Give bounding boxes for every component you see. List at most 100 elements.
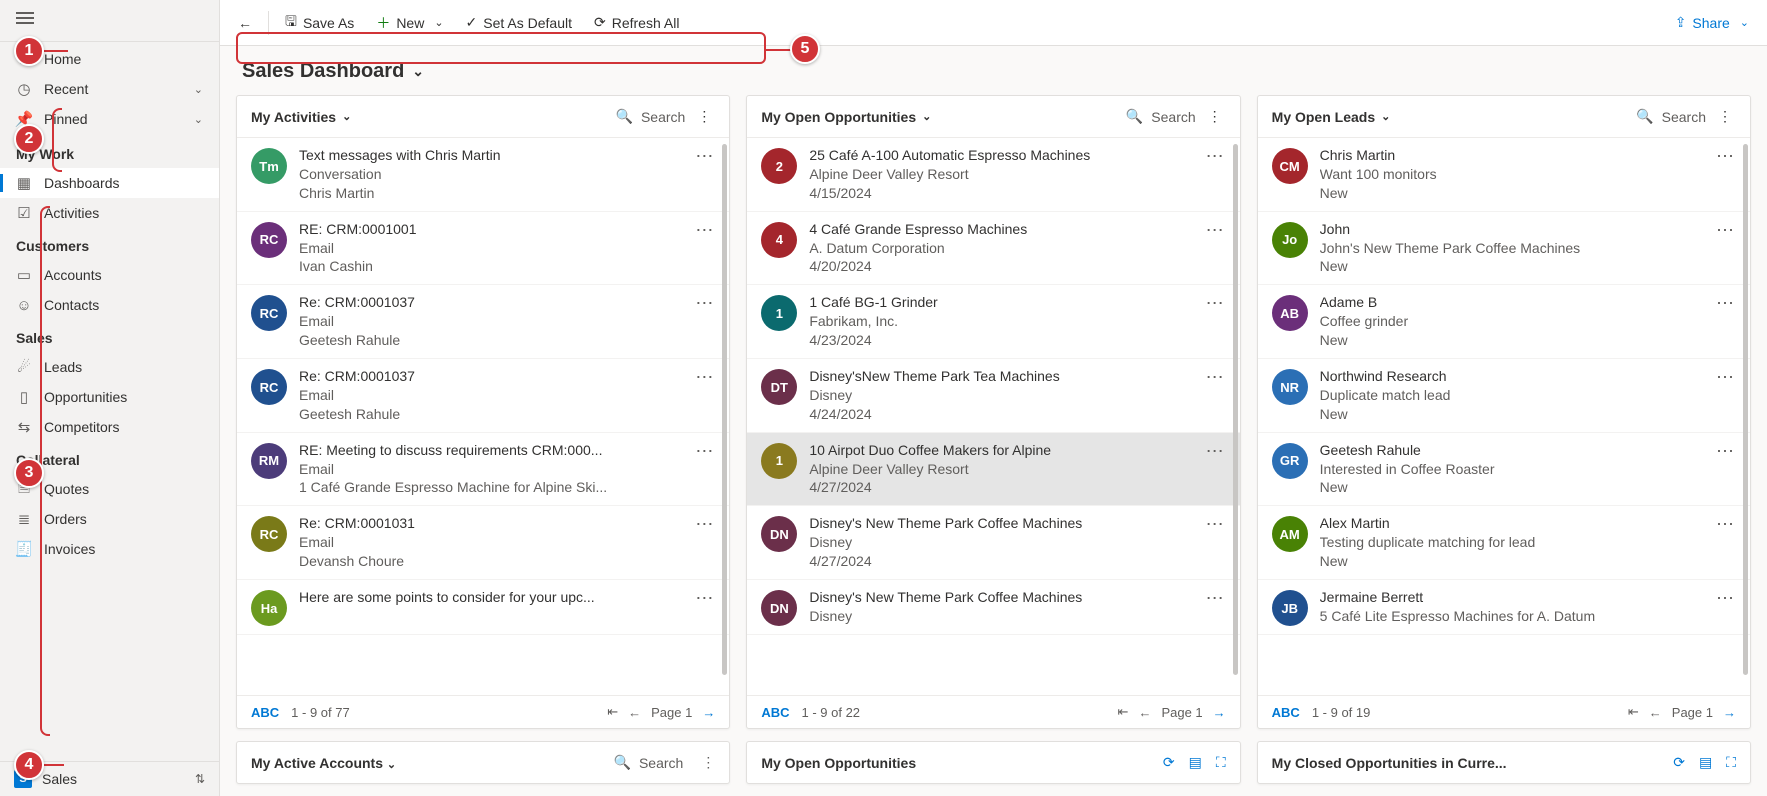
row-more-icon[interactable]: ⋯ <box>1204 514 1226 535</box>
row-more-icon[interactable]: ⋯ <box>1204 367 1226 388</box>
row-l2: 5 Café Lite Espresso Machines for A. Dat… <box>1320 607 1702 626</box>
panel-more[interactable]: ⋮ <box>1714 108 1736 125</box>
abc-button[interactable]: ABC <box>1272 705 1300 720</box>
row-more-icon[interactable]: ⋯ <box>693 514 715 535</box>
list-item[interactable]: CMChris MartinWant 100 monitorsNew⋯ <box>1258 138 1750 212</box>
nav-recent[interactable]: ◷Recent⌄ <box>0 74 219 104</box>
nav-contacts[interactable]: ☺Contacts <box>0 290 219 320</box>
expand-icon[interactable]: ⛶ <box>1726 754 1736 771</box>
abc-button[interactable]: ABC <box>251 705 279 720</box>
refresh-icon[interactable]: ⟳ <box>1673 754 1685 771</box>
row-more-icon[interactable]: ⋯ <box>1714 441 1736 462</box>
list-item[interactable]: RCRe: CRM:0001031EmailDevansh Choure⋯ <box>237 506 729 580</box>
panel-title[interactable]: My Activities⌄ <box>251 109 351 125</box>
list-item[interactable]: RCRe: CRM:0001037EmailGeetesh Rahule⋯ <box>237 285 729 359</box>
row-more-icon[interactable]: ⋯ <box>1714 514 1736 535</box>
scrollbar[interactable] <box>722 144 727 675</box>
records-icon[interactable]: ▤ <box>1699 754 1712 771</box>
list-item[interactable]: 225 Café A-100 Automatic Espresso Machin… <box>747 138 1239 212</box>
row-more-icon[interactable]: ⋯ <box>1714 367 1736 388</box>
panel-title[interactable]: My Open Opportunities⌄ <box>761 109 931 125</box>
nav-invoices[interactable]: 🧾Invoices <box>0 534 219 564</box>
first-page-icon[interactable]: ⇤ <box>1118 704 1129 720</box>
abc-button[interactable]: ABC <box>761 705 789 720</box>
panel-search[interactable]: 🔍Search <box>1126 108 1196 125</box>
refresh-icon[interactable]: ⟳ <box>1163 754 1175 771</box>
row-more-icon[interactable]: ⋯ <box>693 441 715 462</box>
row-more-icon[interactable]: ⋯ <box>693 293 715 314</box>
list-item[interactable]: TmText messages with Chris MartinConvers… <box>237 138 729 212</box>
first-page-icon[interactable]: ⇤ <box>1628 704 1639 720</box>
row-more-icon[interactable]: ⋯ <box>693 220 715 241</box>
row-more-icon[interactable]: ⋯ <box>1204 220 1226 241</box>
list-item[interactable]: 44 Café Grande Espresso MachinesA. Datum… <box>747 212 1239 286</box>
nav-competitors[interactable]: ⇆Competitors <box>0 412 219 442</box>
scrollbar[interactable] <box>1743 144 1748 675</box>
nav-leads[interactable]: ☄Leads <box>0 352 219 382</box>
nav-opportunities[interactable]: ▯Opportunities <box>0 382 219 412</box>
back-button[interactable]: ← <box>228 9 262 37</box>
refresh-button[interactable]: ⟳Refresh All <box>584 8 689 37</box>
panel2-title[interactable]: My Active Accounts ⌄ <box>251 755 614 771</box>
list-item[interactable]: GRGeetesh RahuleInterested in Coffee Roa… <box>1258 433 1750 507</box>
records-icon[interactable]: ▤ <box>1189 754 1202 771</box>
row-l2: Conversation <box>299 165 681 184</box>
panel-more[interactable]: ⋮ <box>1204 108 1226 125</box>
expand-icon[interactable]: ⛶ <box>1216 754 1226 771</box>
row-more-icon[interactable]: ⋯ <box>1714 220 1736 241</box>
list-item[interactable]: HaHere are some points to consider for y… <box>237 580 729 635</box>
row-more-icon[interactable]: ⋯ <box>1204 441 1226 462</box>
set-default-button[interactable]: ✓Set As Default <box>456 8 582 37</box>
share-button[interactable]: ⇪Share⌄ <box>1665 8 1759 37</box>
row-more-icon[interactable]: ⋯ <box>693 588 715 609</box>
panel-search[interactable]: 🔍Search⋮ <box>614 754 716 771</box>
nav-accounts[interactable]: ▭Accounts <box>0 260 219 290</box>
panel-search[interactable]: 🔍Search <box>616 108 686 125</box>
nav-dashboards[interactable]: ▦Dashboards <box>0 168 219 198</box>
list-item[interactable]: DNDisney's New Theme Park Coffee Machine… <box>747 580 1239 635</box>
refresh-icon: ⟳ <box>594 14 606 31</box>
row-more-icon[interactable]: ⋯ <box>1204 146 1226 167</box>
list-item[interactable]: NRNorthwind ResearchDuplicate match lead… <box>1258 359 1750 433</box>
next-page-icon[interactable]: → <box>1723 705 1736 720</box>
list-item[interactable]: DTDisney'sNew Theme Park Tea MachinesDis… <box>747 359 1239 433</box>
row-more-icon[interactable]: ⋯ <box>693 367 715 388</box>
first-page-icon[interactable]: ⇤ <box>607 704 618 720</box>
hamburger-icon[interactable] <box>16 12 34 26</box>
row-more-icon[interactable]: ⋯ <box>693 146 715 167</box>
page-title[interactable]: Sales Dashboard⌄ <box>242 60 1745 83</box>
prev-page-icon[interactable]: ← <box>628 705 641 720</box>
list-item[interactable]: RMRE: Meeting to discuss requirements CR… <box>237 433 729 507</box>
next-page-icon[interactable]: → <box>1213 705 1226 720</box>
more-vertical-icon[interactable]: ⋮ <box>701 754 715 771</box>
list-item[interactable]: DNDisney's New Theme Park Coffee Machine… <box>747 506 1239 580</box>
save-as-button[interactable]: 🖫Save As <box>275 5 364 41</box>
list-item[interactable]: ABAdame BCoffee grinderNew⋯ <box>1258 285 1750 359</box>
row-more-icon[interactable]: ⋯ <box>1714 588 1736 609</box>
list-item[interactable]: RCRe: CRM:0001037EmailGeetesh Rahule⋯ <box>237 359 729 433</box>
panel-more[interactable]: ⋮ <box>693 108 715 125</box>
row-more-icon[interactable]: ⋯ <box>1714 293 1736 314</box>
panel-body[interactable]: 225 Café A-100 Automatic Espresso Machin… <box>747 138 1239 695</box>
panel-body[interactable]: CMChris MartinWant 100 monitorsNew⋯JoJoh… <box>1258 138 1750 695</box>
row-more-icon[interactable]: ⋯ <box>1204 588 1226 609</box>
list-item[interactable]: RCRE: CRM:0001001EmailIvan Cashin⋯ <box>237 212 729 286</box>
scrollbar[interactable] <box>1233 144 1238 675</box>
row-more-icon[interactable]: ⋯ <box>1714 146 1736 167</box>
list-item[interactable]: JBJermaine Berrett5 Café Lite Espresso M… <box>1258 580 1750 635</box>
list-item[interactable]: JoJohnJohn's New Theme Park Coffee Machi… <box>1258 212 1750 286</box>
prev-page-icon[interactable]: ← <box>1138 705 1151 720</box>
next-page-icon[interactable]: → <box>702 705 715 720</box>
row-more-icon[interactable]: ⋯ <box>1204 293 1226 314</box>
new-button[interactable]: ＋New⌄ <box>366 7 453 39</box>
panel-body[interactable]: TmText messages with Chris MartinConvers… <box>237 138 729 695</box>
list-item[interactable]: AMAlex MartinTesting duplicate matching … <box>1258 506 1750 580</box>
list-item[interactable]: 110 Airpot Duo Coffee Makers for AlpineA… <box>747 433 1239 507</box>
save-icon: 🖫 <box>285 11 297 35</box>
list-item[interactable]: 11 Café BG-1 GrinderFabrikam, Inc.4/23/2… <box>747 285 1239 359</box>
nav-activities[interactable]: ☑Activities <box>0 198 219 228</box>
prev-page-icon[interactable]: ← <box>1649 705 1662 720</box>
panel-title[interactable]: My Open Leads⌄ <box>1272 109 1391 125</box>
nav-orders[interactable]: ≣Orders <box>0 504 219 534</box>
panel-search[interactable]: 🔍Search <box>1636 108 1706 125</box>
